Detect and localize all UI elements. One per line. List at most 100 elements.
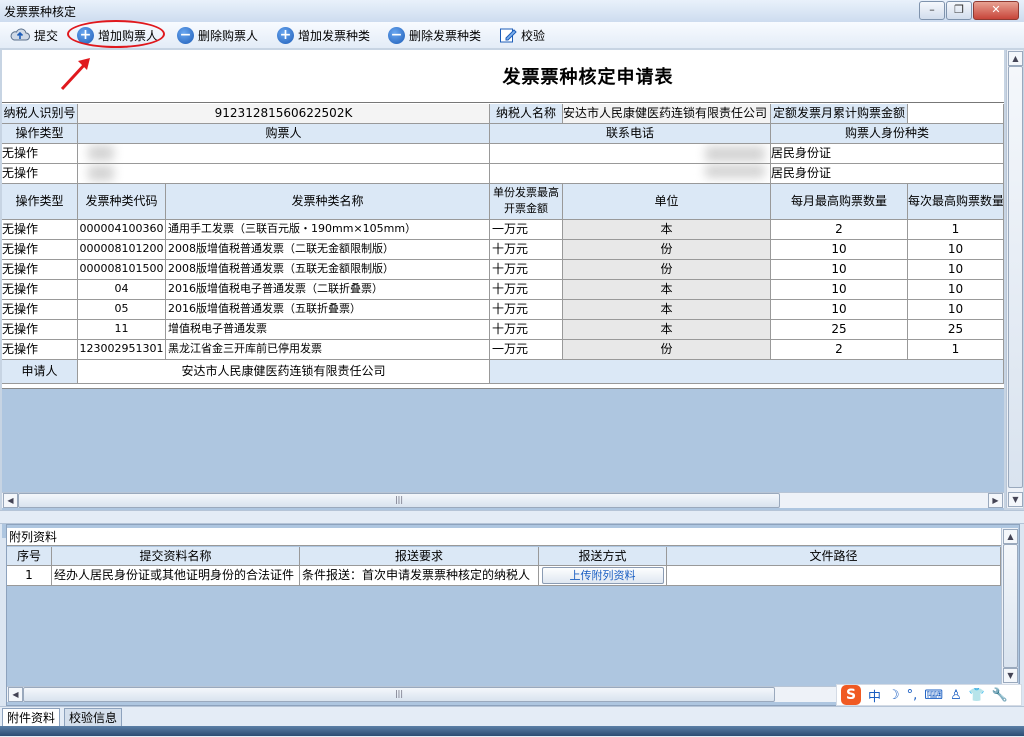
- invoice-cell-max[interactable]: 十万元: [490, 240, 563, 260]
- invoice-cell-unit[interactable]: 份: [563, 260, 771, 280]
- invoice-cell-each[interactable]: 10: [908, 300, 1004, 320]
- attach-vertical-scrollbar[interactable]: ▲ ▼: [1001, 528, 1018, 684]
- invoice-cell-max[interactable]: 十万元: [490, 260, 563, 280]
- invoice-cell-max[interactable]: 十万元: [490, 320, 563, 340]
- invoice-cell-monthly[interactable]: 10: [771, 300, 908, 320]
- maximize-button[interactable]: ❐: [946, 1, 972, 20]
- invoice-cell-code[interactable]: 000008101200: [78, 240, 166, 260]
- scroll-down-arrow-icon[interactable]: ▼: [1008, 492, 1023, 507]
- invoice-cell-each[interactable]: 25: [908, 320, 1004, 340]
- upload-attachment-button[interactable]: 上传附列资料: [541, 567, 664, 584]
- buyer-name-cell[interactable]: [78, 144, 490, 164]
- invoice-cell-name[interactable]: 通用手工发票（三联百元版・190mm×105mm）: [166, 220, 490, 240]
- buyer-name-cell[interactable]: [78, 164, 490, 184]
- invoice-cell-op: 无操作: [2, 240, 78, 260]
- invoice-cell-monthly[interactable]: 25: [771, 320, 908, 340]
- invoice-cell-op: 无操作: [2, 340, 78, 360]
- scroll-h-thumb[interactable]: |||: [18, 493, 780, 508]
- invoice-cell-name[interactable]: 增值税电子普通发票: [166, 320, 490, 340]
- invoice-cell-name[interactable]: 2016版增值税普通发票（五联折叠票）: [166, 300, 490, 320]
- invoice-cell-code[interactable]: 000004100360: [78, 220, 166, 240]
- ime-mode-label[interactable]: 中: [868, 686, 881, 705]
- add-invoice-type-button[interactable]: + 增加发票种类: [277, 25, 370, 45]
- attach-row-method: 上传附列资料: [539, 566, 667, 586]
- buyer-phone-cell[interactable]: [490, 164, 771, 184]
- minimize-button[interactable]: –: [919, 1, 945, 20]
- invoice-cell-monthly[interactable]: 10: [771, 280, 908, 300]
- invoice-cell-max[interactable]: 一万元: [490, 220, 563, 240]
- invoice-cell-monthly[interactable]: 2: [771, 340, 908, 360]
- keyboard-icon[interactable]: ⌨: [924, 688, 943, 703]
- invoice-cell-code[interactable]: 05: [78, 300, 166, 320]
- invoice-cell-max[interactable]: 十万元: [490, 300, 563, 320]
- buyer-phone-cell[interactable]: [490, 144, 771, 164]
- submit-label: 提交: [34, 28, 59, 43]
- buyer-header-op: 操作类型: [2, 124, 78, 144]
- invoice-cell-name[interactable]: 2008版增值税普通发票（二联无金额限制版）: [166, 240, 490, 260]
- invoice-cell-monthly[interactable]: 10: [771, 260, 908, 280]
- scroll-up-arrow-icon[interactable]: ▲: [1003, 529, 1018, 544]
- scroll-up-arrow-icon[interactable]: ▲: [1008, 51, 1023, 66]
- invoice-cell-each[interactable]: 10: [908, 240, 1004, 260]
- invoice-cell-code[interactable]: 04: [78, 280, 166, 300]
- invoice-cell-unit[interactable]: 本: [563, 220, 771, 240]
- wrench-icon[interactable]: 🔧: [992, 688, 1008, 703]
- invoice-cell-op: 无操作: [2, 220, 78, 240]
- taxpayer-name-label: 纳税人名称: [490, 104, 563, 124]
- window-titlebar: 发票票种核定 – ❐ ✕: [0, 0, 1024, 23]
- invoice-cell-name[interactable]: 黑龙江省金三开库前已停用发票: [166, 340, 490, 360]
- scroll-thumb[interactable]: [1003, 544, 1018, 668]
- invoice-cell-unit[interactable]: 份: [563, 240, 771, 260]
- edit-check-icon: [499, 26, 517, 44]
- invoice-cell-monthly[interactable]: 10: [771, 240, 908, 260]
- pane-splitter[interactable]: [0, 510, 1024, 524]
- scroll-down-arrow-icon[interactable]: ▼: [1003, 668, 1018, 683]
- invoice-cell-each[interactable]: 1: [908, 220, 1004, 240]
- main-vertical-scrollbar[interactable]: ▲ ▼: [1006, 50, 1023, 508]
- scroll-right-arrow-icon[interactable]: ▶: [988, 493, 1003, 508]
- buyer-idtype-cell[interactable]: 居民身份证: [771, 144, 1004, 164]
- delete-invoice-type-button[interactable]: − 删除发票种类: [388, 25, 481, 45]
- window-title: 发票票种核定: [4, 5, 77, 19]
- tab-attachments[interactable]: 附件资料: [2, 708, 61, 727]
- main-horizontal-scrollbar[interactable]: ◀ ||| ▶: [2, 492, 1004, 508]
- close-button[interactable]: ✕: [973, 1, 1019, 20]
- os-taskbar: [0, 726, 1024, 736]
- punctuation-icon[interactable]: °,: [907, 688, 918, 703]
- attachments-title: 附列资料: [7, 528, 1001, 546]
- invoice-cell-code[interactable]: 000008101500: [78, 260, 166, 280]
- moon-icon[interactable]: ☽: [888, 688, 900, 703]
- invoice-cell-name[interactable]: 2008版增值税普通发票（五联无金额限制版）: [166, 260, 490, 280]
- invoice-cell-code[interactable]: 123002951301: [78, 340, 166, 360]
- attachments-pane: 附列资料 序号 提交资料名称 报送要求 报送方式 文件路径 1 经办人居民身份证…: [6, 524, 1020, 706]
- scroll-left-arrow-icon[interactable]: ◀: [3, 493, 18, 508]
- submit-button[interactable]: 提交: [10, 25, 58, 45]
- scroll-h-thumb[interactable]: |||: [23, 687, 775, 702]
- invoice-cell-name[interactable]: 2016版增值税电子普通发票（二联折叠票）: [166, 280, 490, 300]
- invoice-cell-each[interactable]: 10: [908, 260, 1004, 280]
- validate-button[interactable]: 校验: [499, 25, 545, 45]
- invoice-cell-code[interactable]: 11: [78, 320, 166, 340]
- invoice-cell-unit[interactable]: 份: [563, 340, 771, 360]
- attach-header-name: 提交资料名称: [52, 547, 300, 566]
- delete-buyer-button[interactable]: − 删除购票人: [177, 25, 258, 45]
- monthly-amount-label: 定额发票月累计购票金额: [771, 104, 908, 124]
- buyer-header-idtype: 购票人身份种类: [771, 124, 1004, 144]
- shirt-icon[interactable]: 👕: [969, 688, 985, 703]
- buyer-idtype-cell[interactable]: 居民身份证: [771, 164, 1004, 184]
- scroll-left-arrow-icon[interactable]: ◀: [8, 687, 23, 702]
- person-icon[interactable]: ♙: [950, 688, 962, 703]
- invoice-cell-unit[interactable]: 本: [563, 280, 771, 300]
- invoice-cell-unit[interactable]: 本: [563, 320, 771, 340]
- invoice-cell-each[interactable]: 10: [908, 280, 1004, 300]
- main-form-pane: 发票票种核定申请表 纳税人识别号 91231281560622502K 纳税人名…: [0, 48, 1024, 538]
- invoice-cell-max[interactable]: 十万元: [490, 280, 563, 300]
- invoice-cell-unit[interactable]: 本: [563, 300, 771, 320]
- invoice-cell-each[interactable]: 1: [908, 340, 1004, 360]
- scroll-thumb[interactable]: [1008, 66, 1023, 488]
- invoice-cell-max[interactable]: 一万元: [490, 340, 563, 360]
- monthly-amount-input[interactable]: [908, 104, 1004, 124]
- tab-validation-info[interactable]: 校验信息: [64, 708, 123, 728]
- invoice-cell-monthly[interactable]: 2: [771, 220, 908, 240]
- ime-toolbar[interactable]: S 中 ☽ °, ⌨ ♙ 👕 🔧: [836, 684, 1022, 706]
